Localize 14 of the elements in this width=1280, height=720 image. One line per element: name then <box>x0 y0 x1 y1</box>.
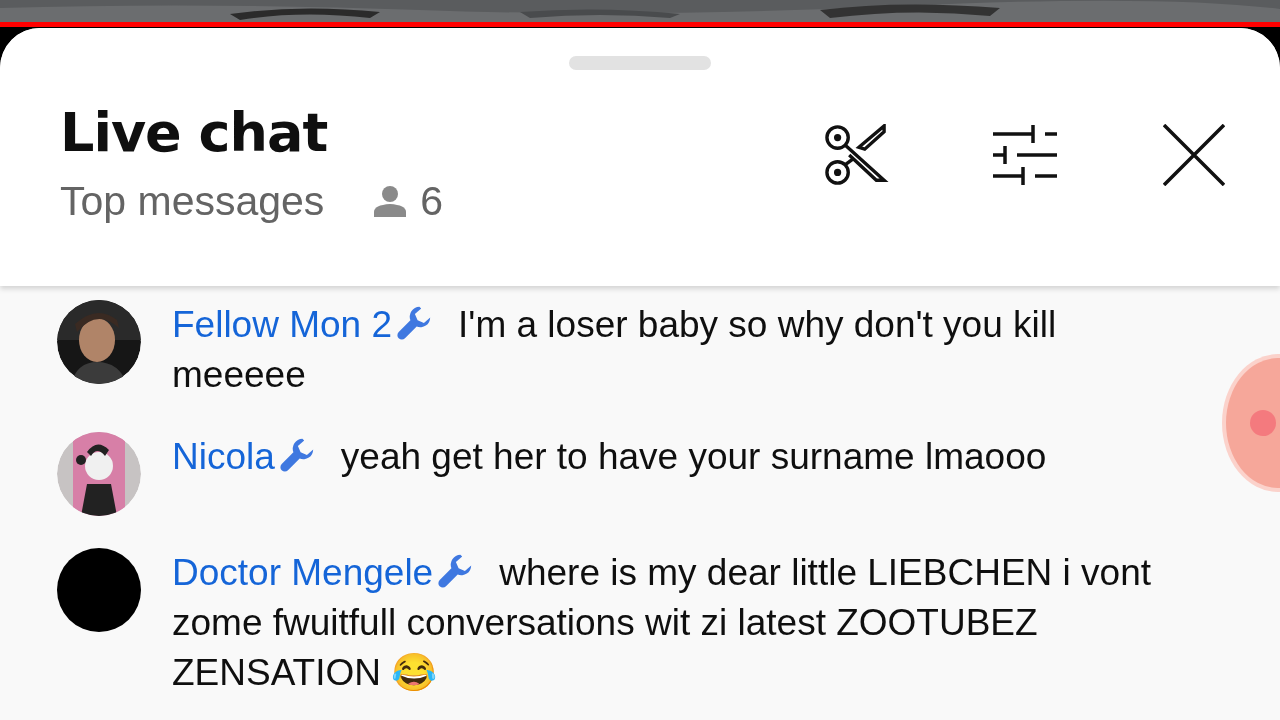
chat-message: Fellow Mon 2 I'm a loser baby so why don't you kill meeeee <box>172 303 1058 397</box>
chat-mode-selector[interactable]: Top messages <box>60 176 325 226</box>
drag-handle[interactable] <box>569 56 711 70</box>
scissors-icon[interactable] <box>823 124 889 186</box>
author-name[interactable]: Nicola <box>172 436 275 477</box>
chat-message: Doctor Mengele where is my dear little LIEBCHEN i vont zome fwuitfull conversations wit zi latest ZOOTUBEZ ZENSATION 😂 <box>172 551 1153 695</box>
settings-sliders-icon[interactable] <box>993 124 1059 186</box>
close-icon[interactable] <box>1163 124 1225 186</box>
viewer-count: 6 <box>420 177 444 226</box>
author-name[interactable]: Fellow Mon 2 <box>172 304 393 345</box>
person-icon <box>372 185 409 217</box>
panel-title: Live chat <box>60 100 329 166</box>
chat-message: Nicola yeah get her to have your surname lmaooo <box>172 435 1048 479</box>
author-name[interactable]: Doctor Mengele <box>172 552 434 593</box>
